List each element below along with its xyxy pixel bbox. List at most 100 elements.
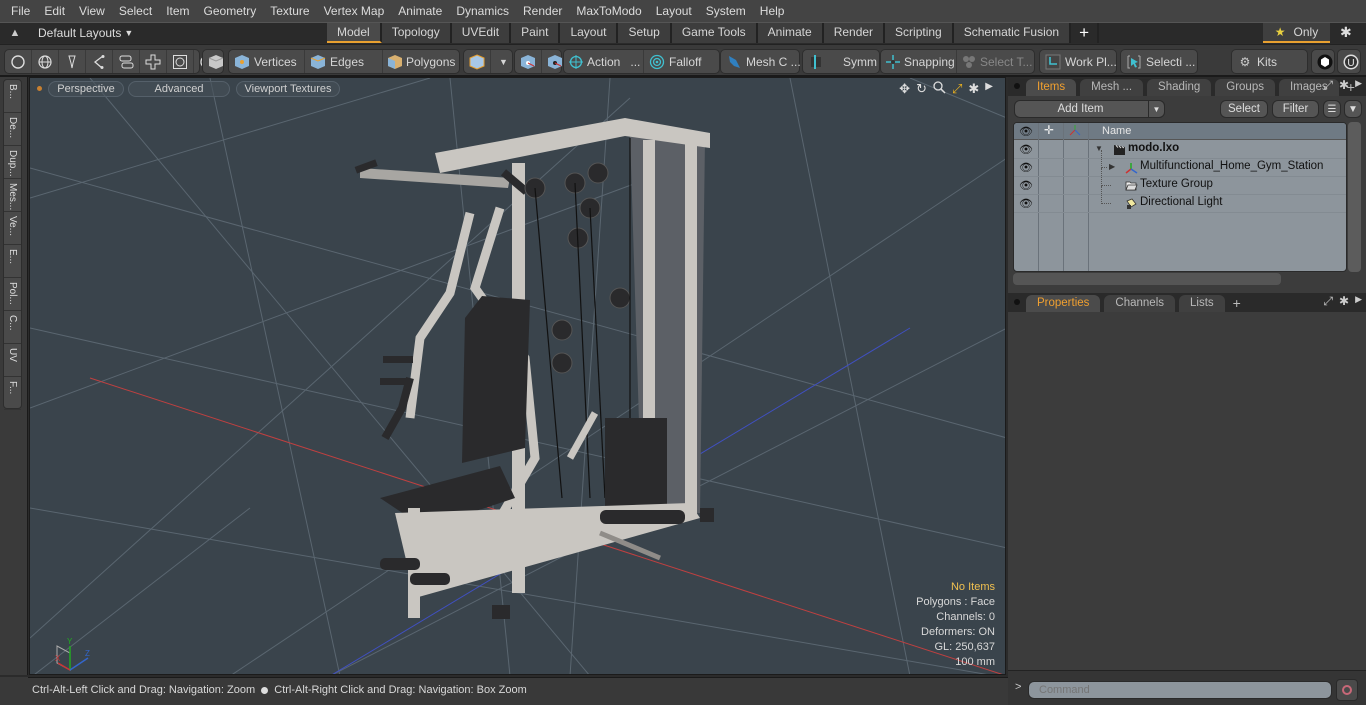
tab-layout[interactable]: Layout: [560, 23, 619, 43]
unity-button[interactable]: [1312, 50, 1338, 73]
tab-topology[interactable]: Topology: [381, 23, 452, 43]
vertices-button[interactable]: Vertices: [229, 50, 305, 73]
visibility-eye-icon[interactable]: 👁: [1019, 197, 1033, 210]
maximize-icon[interactable]: ⤢: [1323, 294, 1333, 309]
tool-palette-tab[interactable]: B...: [4, 80, 21, 113]
items-vertical-scrollbar[interactable]: [1348, 122, 1361, 272]
tab-animate[interactable]: Animate: [757, 23, 824, 43]
tool-palette-tab[interactable]: UV: [4, 344, 21, 377]
tab-setup[interactable]: Setup: [618, 23, 672, 43]
frame-button[interactable]: [167, 50, 194, 73]
menu-layout[interactable]: Layout: [649, 0, 699, 22]
menu-edit[interactable]: Edit: [37, 0, 72, 22]
tab-scripting[interactable]: Scripting: [885, 23, 954, 43]
gym-station-model[interactable]: [354, 118, 714, 619]
visibility-eye-icon[interactable]: 👁: [1019, 143, 1033, 156]
action-center-button[interactable]: Action...: [564, 50, 644, 73]
tool-palette-tab[interactable]: Ve...: [4, 212, 21, 245]
menu-system[interactable]: System: [699, 0, 753, 22]
expand-right-icon[interactable]: ▶: [985, 81, 993, 97]
3d-viewport[interactable]: YX Z Perspective Advanced Viewport Textur…: [29, 77, 1006, 675]
tab-items[interactable]: Items: [1026, 79, 1077, 96]
name-column-header[interactable]: Name: [1102, 125, 1131, 137]
snapping-button[interactable]: Snapping: [881, 50, 957, 73]
layouts-dropdown[interactable]: ▲ Default Layouts ▼: [4, 23, 134, 43]
menu-animate[interactable]: Animate: [391, 0, 449, 22]
expand-right-icon[interactable]: ▶: [1355, 78, 1362, 93]
edges-button[interactable]: Edges: [305, 50, 383, 73]
tool-palette-tab[interactable]: F...: [4, 377, 21, 410]
gear-icon[interactable]: ✱: [968, 81, 979, 97]
item-mode-button[interactable]: [464, 50, 491, 73]
select-button[interactable]: Select: [1220, 100, 1268, 118]
collapsed-arrow-icon[interactable]: ▶: [1109, 162, 1115, 171]
menu-texture[interactable]: Texture: [263, 0, 316, 22]
add-item-dropdown[interactable]: ▼: [1148, 100, 1165, 118]
tool-palette-tab[interactable]: Dup...: [4, 146, 21, 179]
tab-schematic-fusion[interactable]: Schematic Fusion: [953, 23, 1072, 43]
record-macro-button[interactable]: [1336, 679, 1358, 701]
selection-sets-button[interactable]: Selecti ...: [1121, 50, 1199, 73]
viewport-textures-button[interactable]: Viewport Textures: [236, 81, 340, 97]
item-mode-dropdown[interactable]: ▼: [491, 50, 516, 73]
lock-column-icon[interactable]: ✛: [1044, 123, 1054, 137]
menu-geometry[interactable]: Geometry: [197, 0, 264, 22]
tool-palette-tab[interactable]: E...: [4, 245, 21, 278]
items-horizontal-scrollbar[interactable]: [1013, 273, 1281, 285]
globe-button[interactable]: [32, 50, 59, 73]
command-input[interactable]: [1028, 681, 1332, 699]
tool-palette-tab[interactable]: De...: [4, 113, 21, 146]
unreal-button[interactable]: U: [1338, 50, 1364, 73]
falloff-button[interactable]: Falloff: [644, 50, 719, 73]
center-transform-button[interactable]: [515, 50, 542, 73]
visibility-column-icon[interactable]: 👁: [1019, 125, 1033, 138]
maximize-icon[interactable]: ⤢: [1323, 78, 1333, 93]
tab-paint[interactable]: Paint: [511, 23, 561, 43]
tab-groups[interactable]: Groups: [1215, 79, 1275, 96]
uv-cross-button[interactable]: [140, 50, 167, 73]
perspective-button[interactable]: Perspective: [48, 81, 124, 97]
gear-icon[interactable]: ✱: [1340, 24, 1352, 41]
gear-icon[interactable]: ✱: [1339, 78, 1349, 93]
advanced-button[interactable]: Advanced: [128, 81, 230, 97]
pen-button[interactable]: [59, 50, 86, 73]
tab-game-tools[interactable]: Game Tools: [671, 23, 758, 43]
menu-item[interactable]: Item: [159, 0, 196, 22]
funnel-filter-button[interactable]: ▼: [1344, 100, 1362, 118]
mesh-constraint-button[interactable]: Mesh C ...: [721, 50, 805, 73]
expand-right-icon[interactable]: ▶: [1355, 294, 1362, 309]
tab-channels[interactable]: Channels: [1104, 295, 1176, 312]
add-item-button[interactable]: Add Item: [1014, 100, 1165, 118]
menu-vertex-map[interactable]: Vertex Map: [317, 0, 392, 22]
polygons-button[interactable]: Polygons: [383, 50, 459, 73]
visibility-eye-icon[interactable]: 👁: [1019, 179, 1033, 192]
scene-canvas[interactable]: YX Z: [30, 78, 1006, 675]
tool-palette-tab[interactable]: Pol...: [4, 278, 21, 311]
circle-select-button[interactable]: [5, 50, 32, 73]
path-button[interactable]: [86, 50, 113, 73]
menu-dynamics[interactable]: Dynamics: [449, 0, 516, 22]
collapse-up-icon[interactable]: ▲: [4, 27, 26, 39]
list-options-button[interactable]: ☰: [1323, 100, 1341, 118]
locator-column-icon[interactable]: [1069, 124, 1081, 139]
kits-button[interactable]: ⚙ Kits: [1232, 50, 1281, 73]
tab-shading[interactable]: Shading: [1147, 79, 1212, 96]
tab-mesh[interactable]: Mesh ...: [1080, 79, 1144, 96]
tab-uvedit[interactable]: UVEdit: [451, 23, 512, 43]
add-tab-button[interactable]: +: [1229, 295, 1245, 312]
menu-select[interactable]: Select: [112, 0, 159, 22]
tab-properties[interactable]: Properties: [1026, 295, 1101, 312]
menu-help[interactable]: Help: [753, 0, 792, 22]
layers-button[interactable]: [113, 50, 140, 73]
menu-file[interactable]: File: [4, 0, 37, 22]
filter-button[interactable]: Filter: [1272, 100, 1319, 118]
item-row[interactable]: 👁 Directional Light: [1014, 186, 1346, 213]
menu-maxtomodo[interactable]: MaxToModo: [569, 0, 648, 22]
fit-icon[interactable]: ⤢: [952, 81, 962, 97]
item-row[interactable]: 👁 Texture Group: [1014, 168, 1346, 195]
item-row[interactable]: 👁 ▶ Multifunctional_Home_Gym_Station: [1014, 150, 1346, 177]
menu-render[interactable]: Render: [516, 0, 569, 22]
tab-model[interactable]: Model: [327, 23, 382, 43]
tool-palette-tab[interactable]: C...: [4, 311, 21, 344]
work-plane-button[interactable]: Work Pl...: [1040, 50, 1121, 73]
